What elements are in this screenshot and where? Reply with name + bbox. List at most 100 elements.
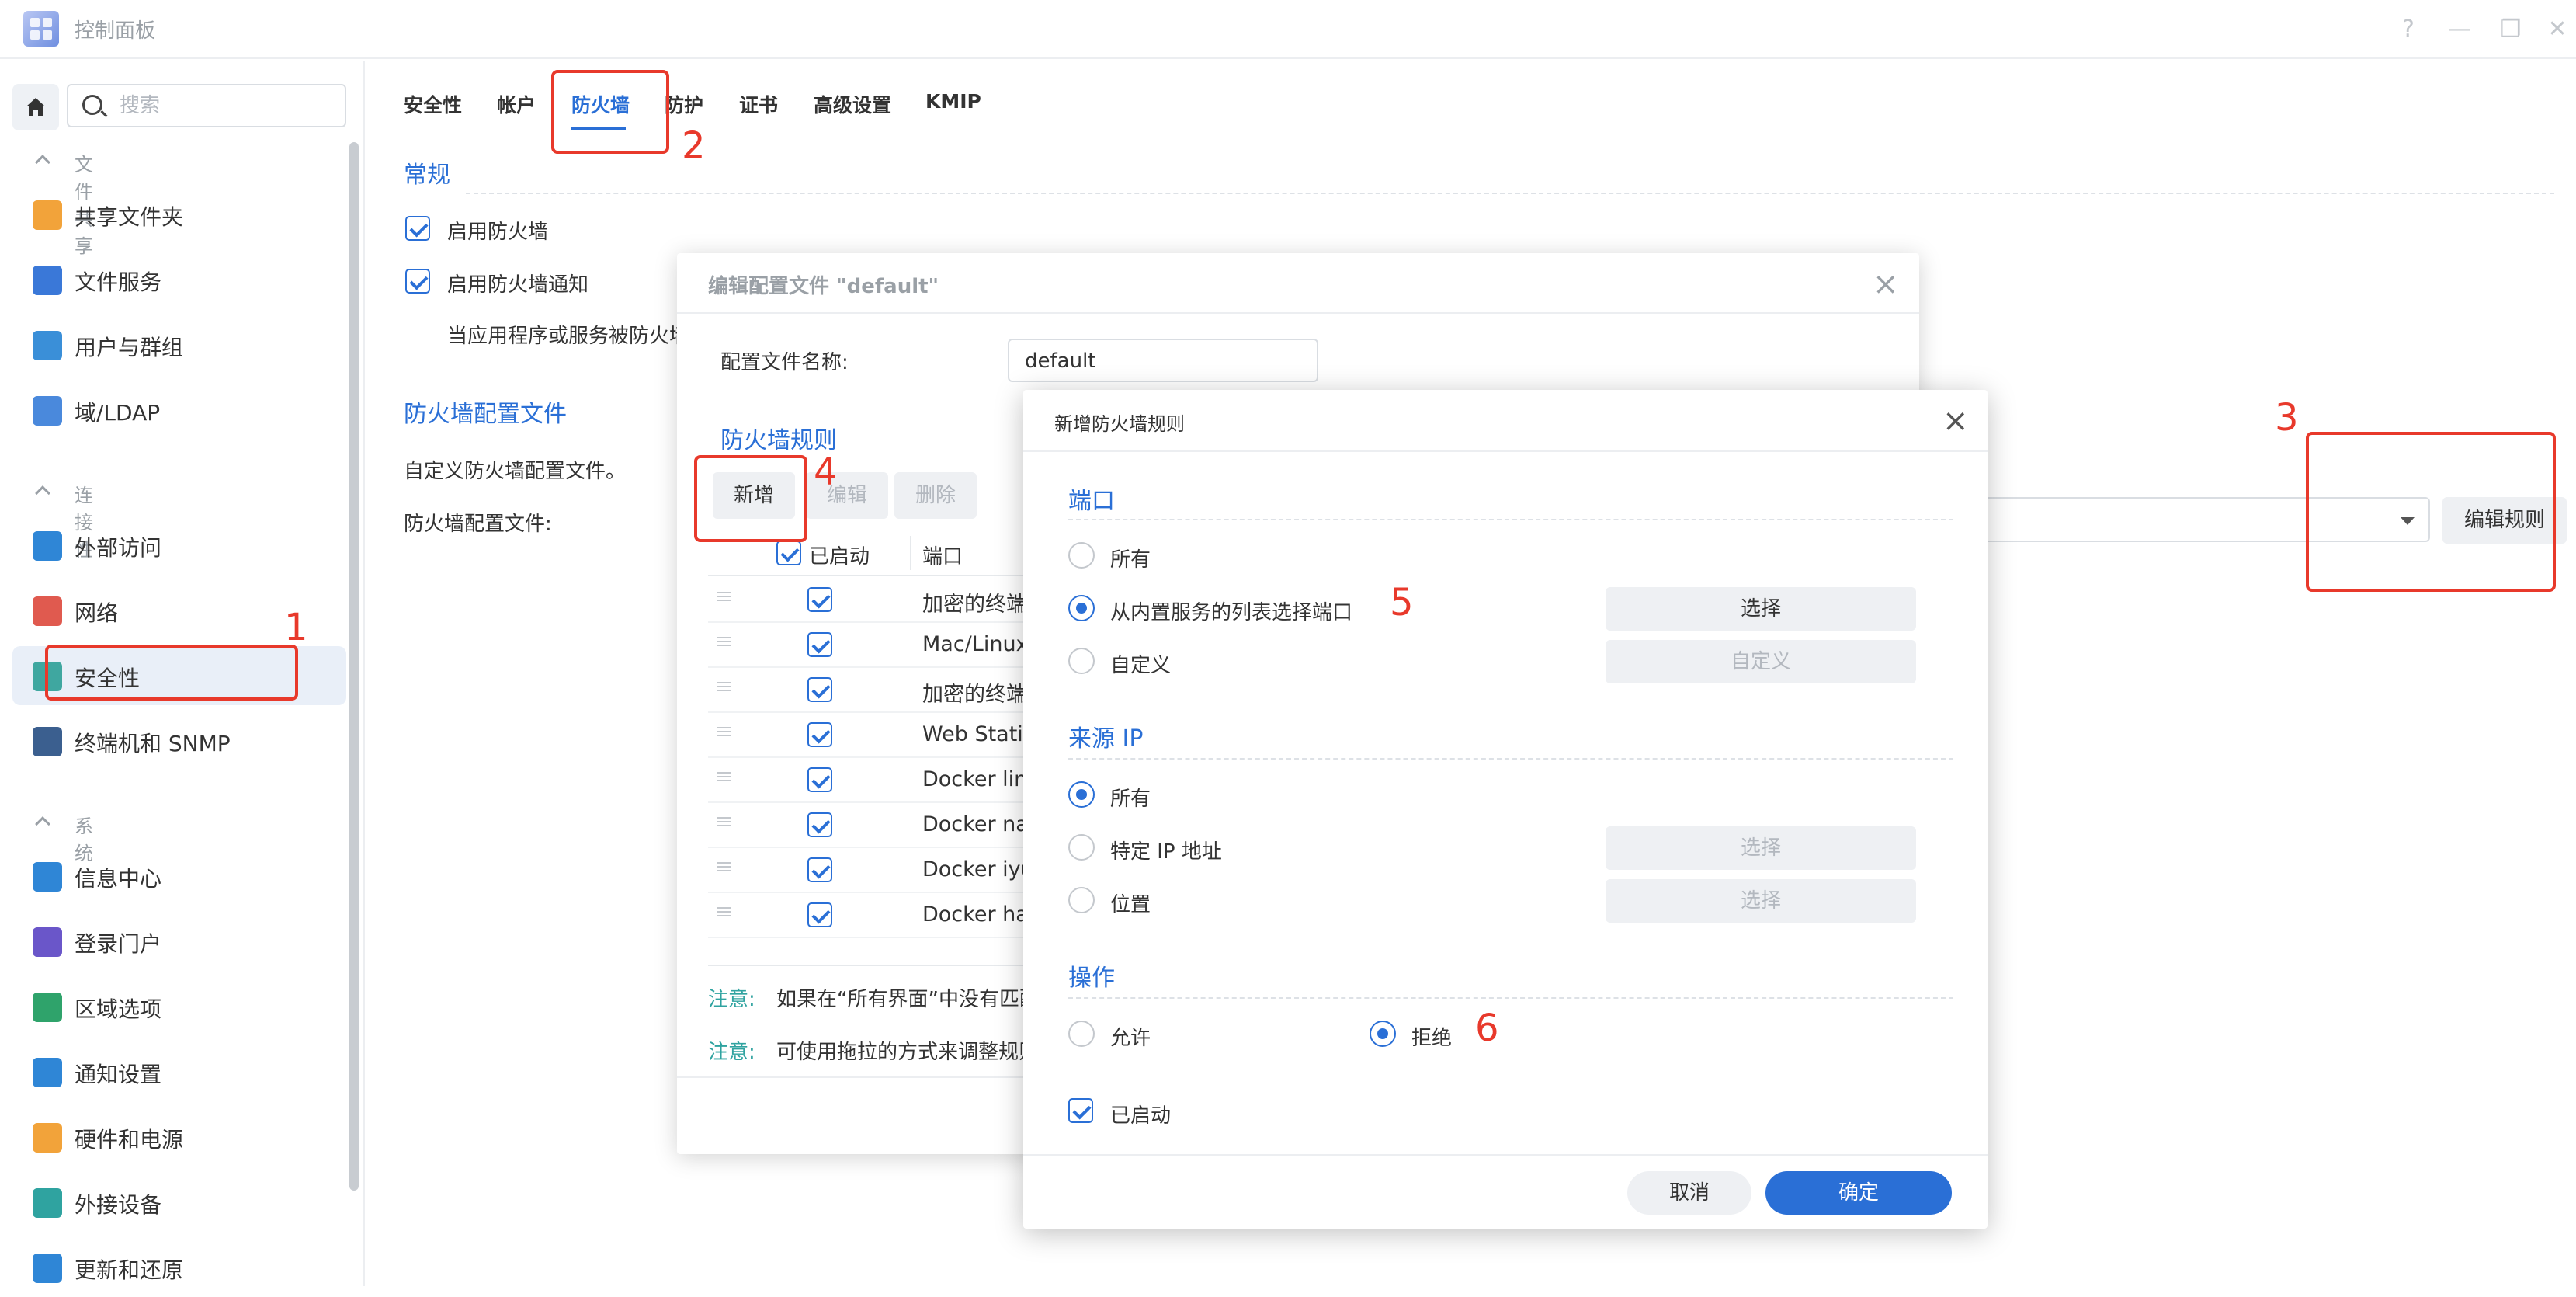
cancel-button[interactable]: 取消 [1627, 1171, 1751, 1215]
tab-protection[interactable]: 防护 [665, 90, 703, 118]
sidebar-item[interactable]: 用户与群组 [12, 315, 346, 374]
minimize-icon[interactable]: — [2442, 12, 2477, 47]
divider [1023, 1154, 1988, 1156]
row-enabled-checkbox[interactable] [807, 767, 832, 792]
select-ports-button[interactable]: 选择 [1606, 587, 1916, 631]
sidebar-item[interactable]: 通知设置 [12, 1042, 346, 1101]
row-port-cell: Web Statio [922, 722, 1036, 746]
sidebar-item-label: 外部访问 [75, 535, 162, 561]
enable-firewall-notify-checkbox[interactable] [405, 269, 430, 294]
source-specific-ip-radio[interactable] [1068, 834, 1095, 861]
sidebar-item[interactable]: 更新和还原 [12, 1238, 346, 1297]
external-access-icon [33, 531, 62, 561]
tab-security[interactable]: 安全性 [404, 90, 462, 118]
source-ip-section-title: 来源 IP [1068, 725, 1144, 753]
tab-kmip[interactable]: KMIP [925, 90, 981, 113]
drag-handle-icon[interactable] [717, 682, 731, 691]
sidebar-item[interactable]: 文件服务 [12, 250, 346, 309]
drag-handle-icon[interactable] [717, 637, 731, 646]
window-title: 控制面板 [75, 19, 156, 43]
drag-handle-icon[interactable] [717, 727, 731, 736]
sidebar-item[interactable]: 共享文件夹 [12, 185, 346, 244]
chevron-up-icon [35, 485, 50, 501]
restore-icon[interactable]: ❐ [2494, 12, 2528, 47]
sidebar-item-label: 信息中心 [75, 866, 162, 892]
rule-enabled-label: 已启动 [1110, 1104, 1172, 1128]
notification-icon [33, 1058, 62, 1087]
row-enabled-checkbox[interactable] [807, 587, 832, 612]
note-text-2: 可使用拖拉的方式来调整规则 [776, 1041, 1040, 1064]
sidebar-item[interactable]: 信息中心 [12, 847, 346, 906]
sidebar-item-label: 网络 [75, 600, 119, 626]
enable-firewall-checkbox[interactable] [405, 216, 430, 241]
close-icon[interactable]: × [1942, 405, 1969, 436]
update-icon [33, 1254, 62, 1283]
column-divider [910, 536, 911, 570]
row-enabled-checkbox[interactable] [807, 902, 832, 927]
terminal-icon [33, 727, 62, 756]
sidebar-item-label: 文件服务 [75, 269, 162, 295]
sidebar-item-label: 登录门户 [75, 931, 162, 957]
tab-certificate[interactable]: 证书 [739, 90, 778, 118]
close-icon[interactable]: × [1873, 269, 1899, 300]
row-port-cell: Mac/Linux [922, 632, 1029, 656]
search-box[interactable] [67, 84, 346, 127]
annotation-box-2 [551, 70, 669, 154]
sidebar-item[interactable]: 区域选项 [12, 977, 346, 1036]
deny-radio[interactable] [1370, 1021, 1396, 1047]
row-enabled-checkbox[interactable] [807, 632, 832, 657]
tab-bar: 安全性 帐户 防火墙 防护 证书 高级设置 KMIP [365, 62, 2576, 132]
delete-button[interactable]: 删除 [894, 472, 977, 519]
drag-handle-icon[interactable] [717, 907, 731, 916]
sidebar-item[interactable]: 域/LDAP [12, 381, 346, 440]
tab-advanced[interactable]: 高级设置 [814, 90, 891, 118]
row-enabled-checkbox[interactable] [807, 812, 832, 837]
drag-handle-icon[interactable] [717, 592, 731, 601]
title-bar: 控制面板 ? — ❐ ✕ [0, 0, 2576, 59]
help-icon[interactable]: ? [2391, 12, 2425, 47]
row-enabled-checkbox[interactable] [807, 722, 832, 747]
row-enabled-checkbox[interactable] [807, 677, 832, 702]
sidebar-scrollbar[interactable] [349, 142, 359, 1191]
sidebar-item[interactable]: 登录门户 [12, 912, 346, 971]
drag-handle-icon[interactable] [717, 772, 731, 781]
sidebar-item[interactable]: 硬件和电源 [12, 1107, 346, 1167]
select-location-button[interactable]: 选择 [1606, 879, 1916, 923]
source-all-radio[interactable] [1068, 781, 1095, 808]
tab-account[interactable]: 帐户 [497, 90, 536, 118]
divider [466, 193, 2554, 194]
source-location-radio[interactable] [1068, 887, 1095, 913]
profile-name-input[interactable]: default [1008, 339, 1318, 382]
action-section-title: 操作 [1068, 965, 1115, 992]
sidebar-item[interactable]: 外接设备 [12, 1173, 346, 1232]
sidebar-item-label: 共享文件夹 [75, 204, 184, 230]
home-icon [26, 98, 45, 116]
annotation-number-4: 4 [814, 450, 838, 494]
source-all-label: 所有 [1110, 788, 1151, 811]
drag-handle-icon[interactable] [717, 817, 731, 826]
row-enabled-checkbox[interactable] [807, 857, 832, 882]
sidebar-item[interactable]: 终端机和 SNMP [12, 711, 346, 770]
port-section-title: 端口 [1068, 488, 1115, 515]
select-ip-button[interactable]: 选择 [1606, 826, 1916, 870]
notify-description: 当应用程序或服务被防火墙 [447, 325, 690, 348]
rule-enabled-checkbox[interactable] [1068, 1098, 1093, 1123]
port-builtin-radio[interactable] [1068, 595, 1095, 621]
enable-firewall-label: 启用防火墙 [447, 221, 549, 244]
header-enabled-checkbox[interactable] [776, 541, 801, 565]
users-icon [33, 331, 62, 360]
allow-radio[interactable] [1068, 1021, 1095, 1047]
sidebar-item[interactable]: 外部访问 [12, 516, 346, 575]
home-button[interactable] [12, 84, 59, 130]
column-port: 端口 [922, 545, 963, 569]
port-custom-radio[interactable] [1068, 648, 1095, 674]
ok-button[interactable]: 确定 [1765, 1171, 1952, 1215]
drag-handle-icon[interactable] [717, 862, 731, 871]
folder-icon [33, 200, 62, 230]
port-all-radio[interactable] [1068, 542, 1095, 569]
search-icon [82, 95, 102, 115]
annotation-number-5: 5 [1390, 581, 1414, 624]
search-input[interactable] [118, 92, 335, 120]
close-icon[interactable]: ✕ [2540, 12, 2574, 47]
custom-ports-button[interactable]: 自定义 [1606, 640, 1916, 683]
